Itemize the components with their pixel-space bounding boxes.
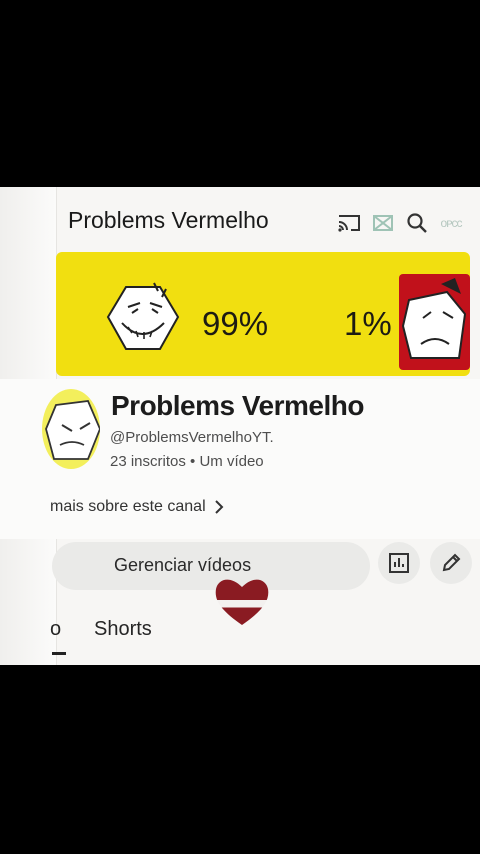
page-title: Problems Vermelho xyxy=(68,207,269,233)
chevron-right-icon xyxy=(214,500,224,514)
analytics-icon xyxy=(389,553,409,573)
app-screen: Problems Vermelho ᴏᴘᴄᴄ 99% 1% Problems V… xyxy=(0,187,480,665)
tab-videos[interactable]: o xyxy=(50,618,61,641)
more-icon[interactable]: ᴏᴘᴄᴄ xyxy=(438,211,464,235)
red-character-panel xyxy=(399,274,470,370)
channel-name: Problems Vermelho xyxy=(111,390,364,421)
channel-stats: 23 inscritos • Um vídeo xyxy=(110,453,264,470)
pencil-icon xyxy=(442,553,461,572)
smile-face-icon xyxy=(106,282,180,350)
active-tab-indicator xyxy=(52,652,66,655)
analytics-button[interactable] xyxy=(378,542,420,584)
tab-shorts[interactable]: Shorts xyxy=(94,618,152,641)
channel-banner: 99% 1% xyxy=(56,252,470,376)
avatar[interactable] xyxy=(42,389,100,469)
search-icon[interactable] xyxy=(404,211,430,235)
top-icon-group: ᴏᴘᴄᴄ xyxy=(336,211,464,235)
right-percentage: 1% xyxy=(344,305,392,342)
channel-tabs: o Shorts xyxy=(0,602,480,665)
edit-channel-button[interactable] xyxy=(430,542,472,584)
channel-handle: @ProblemsVermelhoYT. xyxy=(110,429,274,446)
notifications-icon[interactable] xyxy=(370,211,396,235)
cast-icon[interactable] xyxy=(336,211,362,235)
about-link-label: mais sobre este canal xyxy=(50,498,206,515)
left-percentage: 99% xyxy=(202,305,269,342)
top-app-bar: Problems Vermelho ᴏᴘᴄᴄ xyxy=(0,187,480,251)
sad-face-icon xyxy=(401,278,467,359)
about-channel-link[interactable]: mais sobre este canal xyxy=(50,498,226,516)
